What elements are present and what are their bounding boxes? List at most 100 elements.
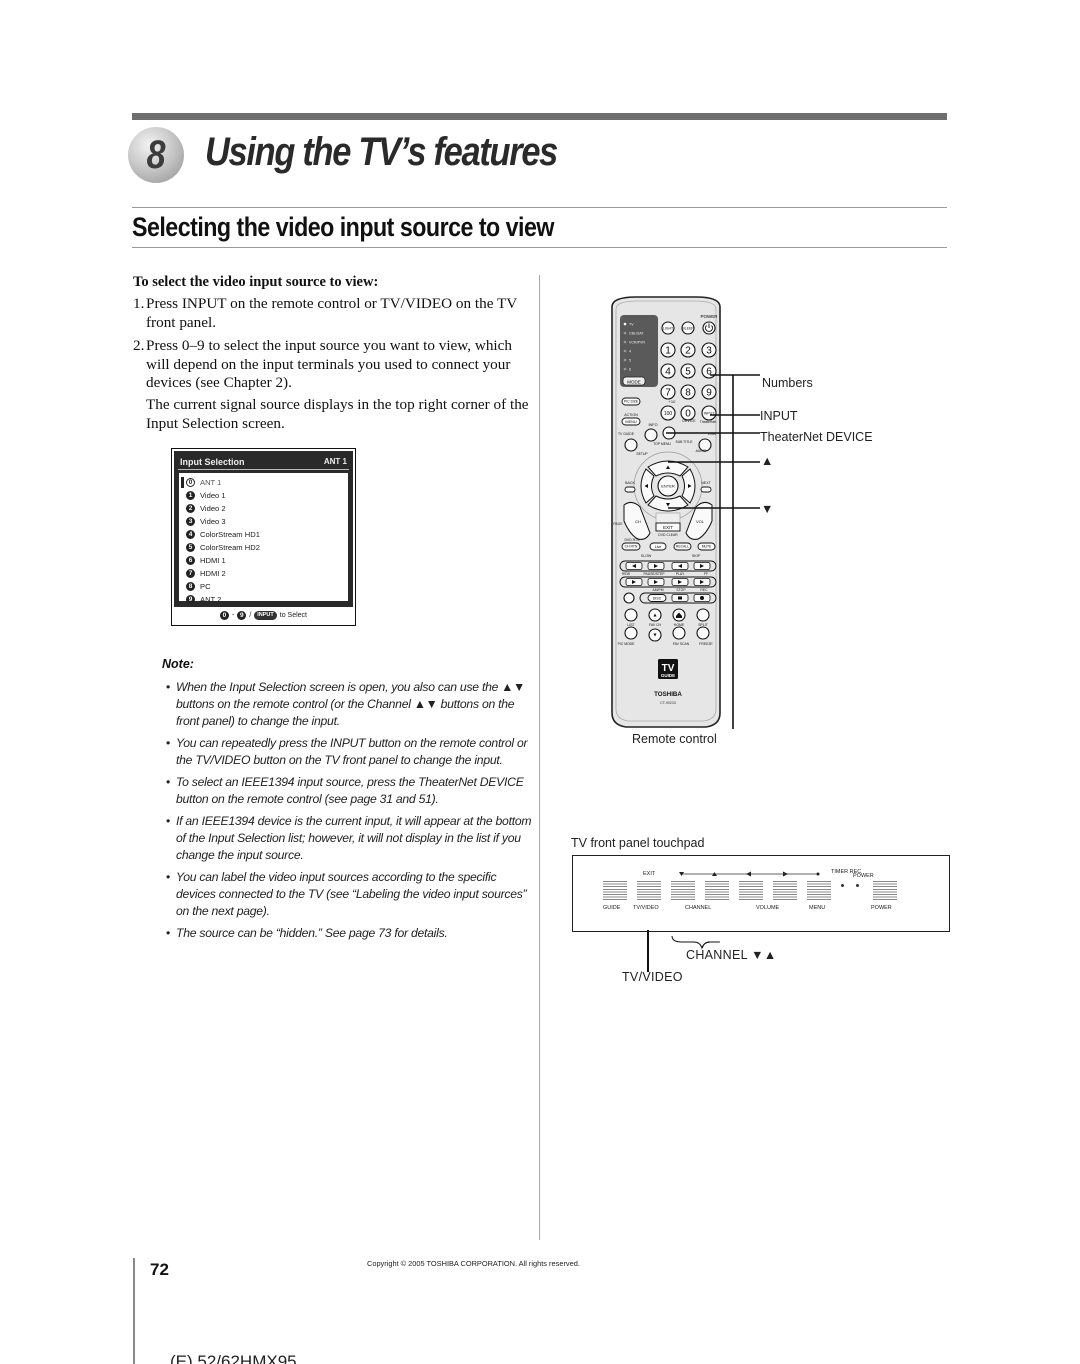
step-text: Press 0–9 to select the input source you… [146, 337, 512, 391]
footer-slash: / [249, 611, 252, 619]
source-label: HDMI 1 [200, 556, 226, 565]
digit-5-button-label: 5 [685, 367, 691, 378]
fav-scan-button[interactable] [672, 626, 686, 640]
mode-label: 5 [629, 359, 631, 363]
model-code: (E) 52/62HMX95 [170, 1352, 297, 1364]
remote-caption: Remote control [632, 732, 717, 746]
list-button[interactable] [624, 608, 638, 622]
home-label: HOME [674, 623, 685, 627]
input-source-item: 9 ANT 2 [179, 593, 348, 606]
touchpad-label: MENU [809, 905, 826, 911]
split-label: SPLIT [698, 623, 707, 627]
touchpad-label: TV/VIDEO [633, 905, 659, 911]
sleep-button-label: SLEEP [682, 326, 694, 330]
theaternet-label: TheaterNet [700, 420, 717, 424]
note-text: When the Input Selection screen is open,… [176, 680, 525, 728]
remote-control-illustration: TV CBL/SAT VCR/PVR 4 5 6 MODE POWER LIGHT SLEE… [611, 296, 760, 729]
info-button[interactable] [644, 428, 658, 442]
mode-label: VCR/PVR [629, 341, 645, 345]
front-panel-caption: TV front panel touchpad [571, 836, 705, 850]
page-label: PAGE [613, 522, 623, 526]
rec-icon [700, 596, 704, 600]
procedure-step: 1. Press INPUT on the remote control or … [133, 295, 528, 332]
exit-label: EXIT [663, 525, 673, 530]
action-label: ACTION [624, 413, 638, 417]
digit-6-button-label: 6 [706, 367, 712, 378]
source-key-icon: 2 [186, 504, 195, 513]
guide-touchpad[interactable] [603, 881, 627, 901]
tv-guide-button[interactable] [624, 438, 638, 452]
bullet-icon: • [166, 680, 171, 694]
input-source-item: 5 ColorStream HD2 [179, 541, 348, 554]
mute-button-label: MUTE [702, 545, 712, 549]
power-led [856, 884, 859, 887]
pause-step-label: PAUSE/STEP [643, 572, 665, 576]
touchpad-label: VOLUME [756, 905, 780, 911]
mode-label: TV [629, 323, 634, 327]
note-text: The source can be “hidden.” See page 73 … [176, 926, 448, 940]
step-text: Press INPUT on the remote control or TV/… [146, 295, 517, 331]
split-button[interactable] [696, 608, 710, 622]
plus10-label: +10 [669, 399, 677, 404]
tvvideo-callout: TV/VIDEO [622, 970, 683, 984]
digit-9-button-label: 9 [706, 388, 712, 399]
copyright-notice: Copyright © 2005 TOSHIBA CORPORATION. Al… [367, 1259, 580, 1268]
input-source-item: 8 PC [179, 580, 348, 593]
digit-3-button-label: 3 [706, 346, 712, 357]
menu-touchpad[interactable] [807, 881, 831, 901]
source-label: ANT 1 [200, 478, 222, 487]
stop-label: STOP [676, 588, 686, 592]
ff-label: FF [704, 572, 708, 576]
back-button[interactable] [624, 486, 636, 493]
section-rule-bottom [132, 247, 947, 248]
digit-1-button-label: 1 [665, 346, 671, 357]
input-selection-panel: Input Selection ANT 1 0 ANT 1 1 Video 1 2 Vid… [174, 451, 353, 607]
power-label: POWER [700, 314, 718, 319]
power-led-label: POWER [853, 873, 874, 879]
input-source-item: 4 ColorStream HD1 [179, 528, 348, 541]
channel-up-touchpad[interactable] [705, 881, 729, 901]
touchpad-label: CHANNEL [685, 905, 712, 911]
tv-video-touchpad[interactable] [637, 881, 661, 901]
channel-volume-indicator [679, 871, 820, 877]
dvd-clear-label: DVD CLEAR [658, 533, 678, 537]
aux-button[interactable] [623, 592, 635, 604]
title-rule [178, 469, 349, 470]
vol-label: VOL [696, 519, 705, 524]
rew-label: REW [622, 572, 631, 576]
input-callout: INPUT [760, 409, 798, 423]
volume-down-touchpad[interactable] [739, 881, 763, 901]
fav-scan-label: FAV SCAN [673, 642, 690, 646]
touchpad-label: GUIDE [603, 905, 621, 911]
note-text: If an IEEE1394 device is the current inp… [176, 814, 532, 862]
note-item: • You can repeatedly press the INPUT butt… [166, 735, 532, 769]
note-text: You can repeatedly press the INPUT butto… [176, 736, 528, 767]
source-key-icon: 6 [186, 556, 195, 565]
enter-button-label: ENTER [661, 483, 675, 488]
source-key-icon: 4 [186, 530, 195, 539]
section-title: Selecting the video input source to view [132, 212, 554, 242]
mode-button-label: MODE [627, 380, 641, 385]
hundred-button-label: 100 [664, 411, 673, 417]
pic-mode-button[interactable] [624, 626, 638, 640]
bullet-icon: • [166, 775, 171, 789]
menu-button-label: MENU [625, 420, 636, 424]
section-rule-top [132, 207, 947, 208]
timer-led [841, 884, 844, 887]
recall-button-label: RECALL [676, 545, 689, 549]
note-item: • If an IEEE1394 device is the current in… [166, 813, 532, 863]
step-number: 2. [133, 337, 145, 354]
channel-down-touchpad[interactable] [671, 881, 695, 901]
chapter-title: Using the TV’s features [205, 130, 558, 174]
input-selection-title: Input Selection [180, 457, 245, 467]
input-button-icon: INPUT [254, 610, 277, 620]
freeze-button[interactable] [696, 626, 710, 640]
power-touchpad[interactable] [873, 881, 897, 901]
key-9-icon: 9 [237, 610, 247, 620]
ch-rtn-button-label: CH RTN [625, 545, 638, 549]
volume-up-touchpad[interactable] [773, 881, 797, 901]
mode-label: 4 [629, 350, 631, 354]
ch-label: CH [635, 519, 641, 524]
next-button[interactable] [700, 486, 712, 493]
sub-title-label: SUB TITLE [675, 440, 693, 444]
